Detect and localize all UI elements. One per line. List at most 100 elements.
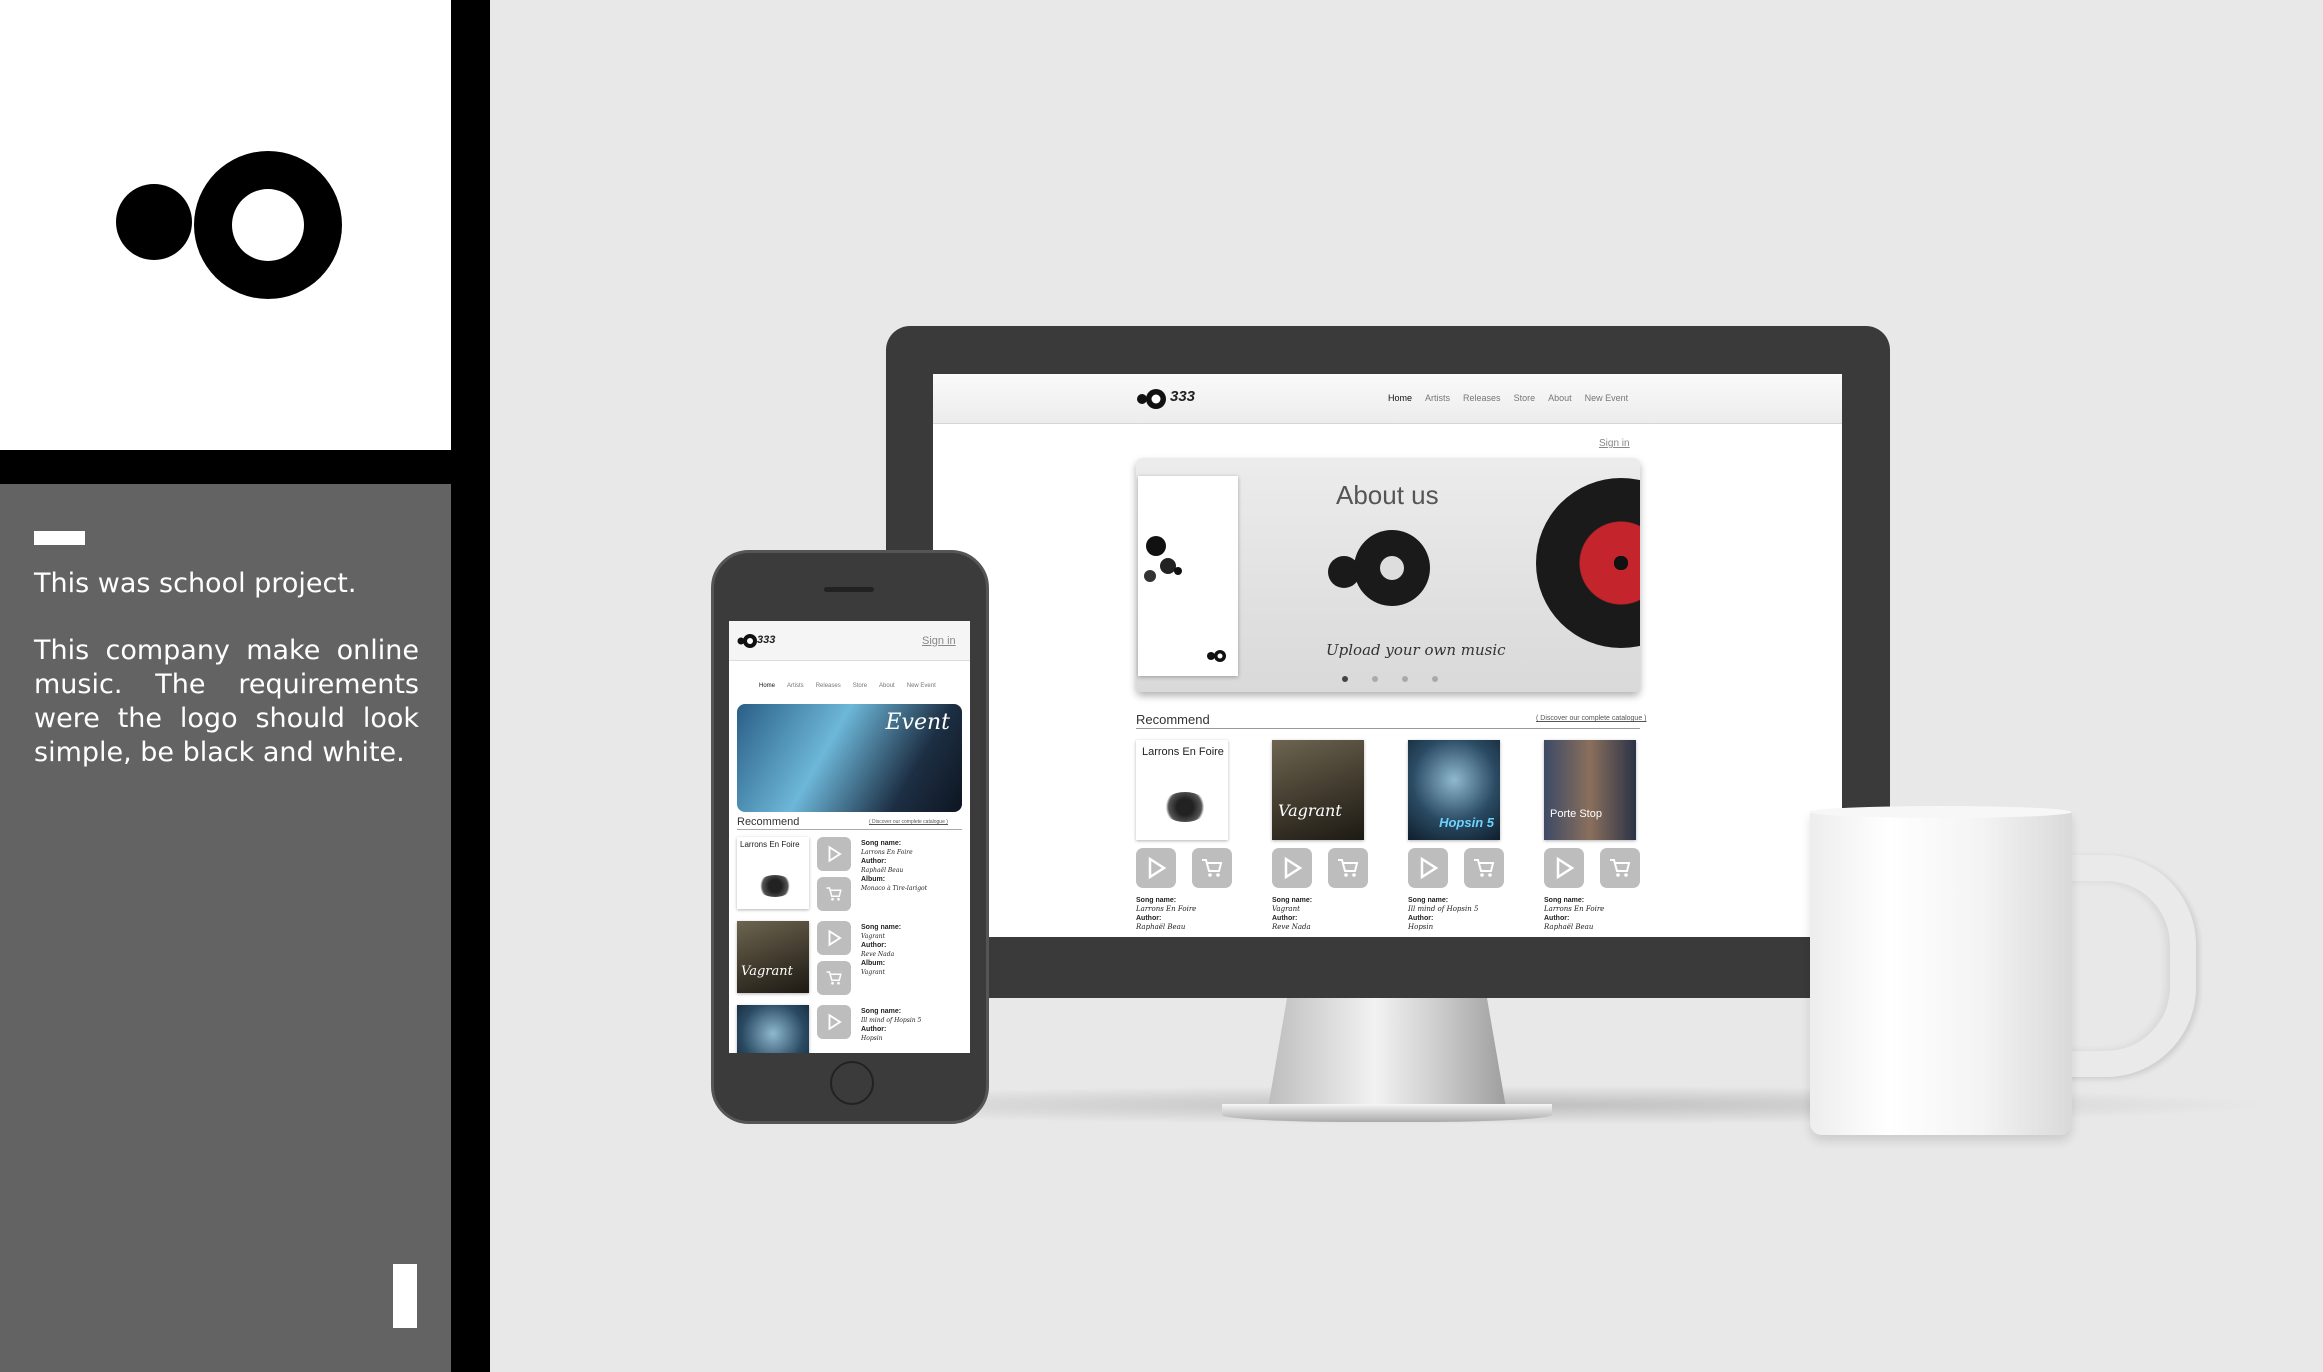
song-label: Song name: [1272, 897, 1313, 904]
author-label: Author: [1136, 915, 1162, 922]
hero-subtitle: Upload your own music [1326, 641, 1506, 659]
album-item: Vagrant Song name: Vagrant Author: Reve … [1272, 740, 1372, 932]
album-cover-title: Larrons En Foire [740, 840, 800, 849]
cart-button[interactable] [1328, 848, 1368, 888]
nav-artists[interactable]: Artists [787, 683, 804, 689]
nav-home[interactable]: Home [1388, 393, 1412, 403]
play-icon [1420, 856, 1439, 880]
carousel-dot[interactable] [1342, 676, 1348, 682]
song-label: Song name: [861, 840, 902, 847]
catalogue-link[interactable]: ( Discover our complete catalogue ) [1536, 715, 1647, 722]
hero-banner: About us Upload your own music [1136, 458, 1640, 692]
hero-title: About us [1336, 480, 1439, 510]
album-cover[interactable]: Larrons En Foire [737, 837, 809, 909]
play-button[interactable] [817, 837, 851, 871]
nav-about[interactable]: About [879, 683, 895, 689]
cart-icon [826, 971, 842, 985]
site-header: 333 Home Artists Releases Store About Ne… [933, 374, 1842, 424]
mobile-website: 333 Sign in Home Artists Releases Store … [729, 621, 970, 1053]
list-item: Vagrant Song name: Vagrant Author: Reve … [737, 921, 962, 1001]
album-cover[interactable]: Vagrant [1272, 740, 1364, 840]
nav-store[interactable]: Store [1514, 393, 1536, 403]
cart-button[interactable] [817, 961, 851, 995]
nav-artists[interactable]: Artists [1425, 393, 1450, 403]
phone-home-button[interactable] [830, 1061, 874, 1105]
author-label: Author: [861, 1026, 887, 1033]
album-item: Porte Stop Song name: Larrons En Foire A… [1544, 740, 1644, 932]
site-logo-icon[interactable] [1136, 388, 1168, 410]
mobile-header: 333 Sign in [729, 621, 970, 661]
nav-releases[interactable]: Releases [816, 683, 841, 689]
event-banner[interactable]: Event [737, 704, 962, 812]
carousel-dot[interactable] [1372, 676, 1378, 682]
ink-splash-icon [1144, 536, 1226, 662]
album-cover-title: Hopsin 5 [1439, 815, 1494, 830]
author-name: Raphaël Beau [861, 867, 904, 874]
logo-panel [0, 0, 451, 450]
author-name: Reve Nada [861, 951, 895, 958]
mug-rim [1810, 806, 2072, 818]
album-meta: Song name: Larrons En Foire Author: Raph… [1544, 896, 1644, 932]
song-name: Larrons En Foire [861, 849, 913, 856]
mobile-nav: Home Artists Releases Store About New Ev… [759, 683, 936, 689]
carousel-dots [1342, 676, 1438, 682]
event-title: Event [885, 710, 950, 735]
album-name: Monaco à Tire-larigot [861, 885, 928, 892]
author-label: Author: [1272, 915, 1298, 922]
site-brand-name: 333 [1170, 388, 1196, 405]
album-meta: Song name: Vagrant Author: Reve Nada Alb… [861, 923, 901, 977]
play-button[interactable] [1408, 848, 1448, 888]
play-icon [828, 845, 842, 863]
desktop-monitor: 333 Home Artists Releases Store About Ne… [886, 326, 1890, 998]
hero-album-card [1138, 476, 1238, 676]
play-button[interactable] [817, 921, 851, 955]
song-label: Song name: [1136, 897, 1177, 904]
song-name: Vagrant [1272, 905, 1300, 913]
album-cover[interactable]: Vagrant [737, 921, 809, 993]
hero-logo-icon [1328, 530, 1430, 606]
play-button[interactable] [1272, 848, 1312, 888]
recommend-title: Recommend [1136, 712, 1210, 727]
play-button[interactable] [1136, 848, 1176, 888]
play-button[interactable] [817, 1005, 851, 1039]
album-cover[interactable]: Hopsin 5 [1408, 740, 1500, 840]
catalogue-link[interactable]: ( Discover our complete catalogue ) [869, 819, 948, 825]
author-label: Author: [861, 858, 887, 865]
album-cover[interactable]: Porte Stop [1544, 740, 1636, 840]
mobile-logo-icon[interactable] [737, 633, 757, 649]
album-meta: Song name: Ill mind of Hopsin 5 Author: … [1408, 896, 1508, 932]
carousel-dot[interactable] [1432, 676, 1438, 682]
list-item: Song name: Ill mind of Hopsin 5 Author: … [737, 1005, 962, 1053]
album-cover[interactable] [737, 1005, 809, 1053]
accent-bar [393, 1264, 417, 1328]
cart-button[interactable] [1600, 848, 1640, 888]
album-item: Larrons En Foire Song name: Larrons En F… [1136, 740, 1236, 932]
nav-about[interactable]: About [1548, 393, 1572, 403]
cart-button[interactable] [1192, 848, 1232, 888]
site-nav: Home Artists Releases Store About New Ev… [1388, 393, 1628, 403]
cart-icon [1202, 859, 1223, 877]
sign-in-link[interactable]: Sign in [1599, 438, 1630, 449]
album-cover[interactable]: Larrons En Foire [1136, 740, 1228, 840]
cart-button[interactable] [1464, 848, 1504, 888]
cart-icon [826, 887, 842, 901]
song-name: Larrons En Foire [1136, 905, 1197, 913]
author-name: Reve Nada [1272, 923, 1311, 931]
nav-new-event[interactable]: New Event [1585, 393, 1629, 403]
song-label: Song name: [861, 1008, 902, 1015]
nav-releases[interactable]: Releases [1463, 393, 1501, 403]
nav-store[interactable]: Store [853, 683, 867, 689]
description-body: This company make online music. The requ… [34, 635, 419, 768]
carousel-dot[interactable] [1402, 676, 1408, 682]
play-button[interactable] [1544, 848, 1584, 888]
monitor-base [1222, 1104, 1552, 1122]
album-meta: Song name: Vagrant Author: Reve Nada [1272, 896, 1372, 932]
cart-button[interactable] [817, 877, 851, 911]
play-icon [1556, 856, 1575, 880]
album-meta: Song name: Ill mind of Hopsin 5 Author: … [861, 1007, 921, 1043]
mobile-sign-in-link[interactable]: Sign in [922, 635, 956, 647]
song-label: Song name: [1544, 897, 1585, 904]
nav-home[interactable]: Home [759, 683, 775, 689]
mobile-brand-name: 333 [757, 634, 776, 646]
nav-new-event[interactable]: New Event [907, 683, 936, 689]
